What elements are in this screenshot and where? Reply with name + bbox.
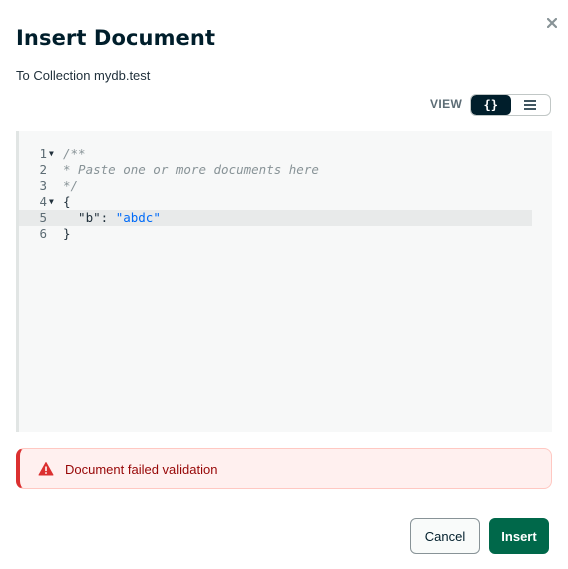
code-token-comment: * Paste one or more documents here xyxy=(63,162,319,177)
list-view-button[interactable] xyxy=(511,95,551,115)
line-number: 6 xyxy=(39,226,47,241)
insert-button[interactable]: Insert xyxy=(489,518,549,554)
code-text: { xyxy=(63,194,71,210)
cancel-button[interactable]: Cancel xyxy=(410,518,480,554)
list-icon xyxy=(524,100,537,110)
code-text: * Paste one or more documents here xyxy=(63,162,319,178)
close-button[interactable] xyxy=(543,14,561,32)
line-number: 3 xyxy=(39,178,47,193)
line-number: 2 xyxy=(39,162,47,177)
code-editor[interactable]: 1 ▼/** 2 * Paste one or more documents here… xyxy=(16,131,552,432)
code-token-key: "b" xyxy=(63,210,101,225)
line-number: 5 xyxy=(39,210,47,225)
code-token-string: "abdc" xyxy=(115,210,161,225)
view-label: VIEW xyxy=(430,97,463,111)
line-number: 1 xyxy=(39,146,47,161)
view-toggle: {} xyxy=(470,94,551,116)
modal-subtitle: To Collection mydb.test xyxy=(16,68,151,83)
code-token-comment: */ xyxy=(63,178,79,193)
validation-error-banner: Document failed validation xyxy=(16,448,552,489)
code-token-punct: } xyxy=(63,226,71,241)
json-view-button[interactable]: {} xyxy=(471,95,511,115)
modal-title: Insert Document xyxy=(16,26,216,50)
fold-arrow-icon[interactable]: ▼ xyxy=(49,194,54,210)
warning-icon xyxy=(38,462,54,476)
braces-icon: {} xyxy=(483,98,498,112)
alert-message: Document failed validation xyxy=(65,462,218,477)
line-number: 4 xyxy=(39,194,47,209)
code-token-comment: /** xyxy=(63,146,86,161)
fold-arrow-icon[interactable]: ▼ xyxy=(49,146,54,162)
code-text: /** xyxy=(63,146,86,162)
code-text: } xyxy=(63,226,71,242)
editor-line[interactable]: 5 "b": "abdc" xyxy=(19,210,532,226)
insert-document-modal: Insert Document To Collection mydb.test … xyxy=(0,0,568,569)
code-token-punct: { xyxy=(63,194,71,209)
code-token-punct: : xyxy=(100,210,116,225)
code-text: "b": "abdc" xyxy=(63,210,161,226)
code-text: */ xyxy=(63,178,78,194)
close-icon xyxy=(547,18,557,28)
